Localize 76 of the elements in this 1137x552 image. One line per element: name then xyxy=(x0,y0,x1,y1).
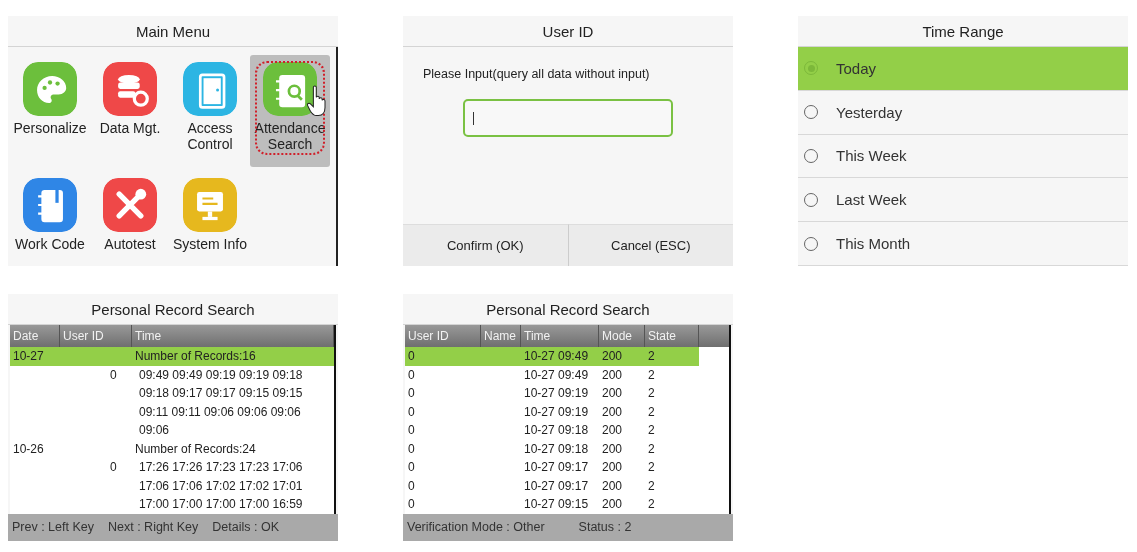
menu-label: System Info xyxy=(172,235,248,252)
menu-label: Autotest xyxy=(103,235,157,252)
table-cell: 200 xyxy=(602,386,623,401)
table-cell: 0 xyxy=(408,441,415,456)
table-cell: 2 xyxy=(648,349,655,364)
record-count: Number of Records:16 xyxy=(135,349,256,364)
time-list: 17:26 17:26 17:23 17:23 17:06 xyxy=(139,460,303,475)
table-cell: 10-27 09:19 xyxy=(524,386,589,401)
table-cell: 10-27 09:18 xyxy=(524,423,589,438)
time-list: 09:06 xyxy=(139,423,170,438)
time-list: 09:18 09:17 09:17 09:15 09:15 xyxy=(139,386,303,401)
table-cell: 2 xyxy=(648,367,655,382)
table-cell: 0 xyxy=(408,404,415,419)
table-cell: 200 xyxy=(602,497,623,512)
table-cell: 10-27 09:17 xyxy=(524,460,589,475)
table-cell: 200 xyxy=(602,349,623,364)
menu-label: Attendance Search xyxy=(253,120,327,152)
record-count: Number of Records:24 xyxy=(135,441,256,456)
menu-item[interactable]: Personalize xyxy=(10,55,90,167)
table-cell: 200 xyxy=(602,404,623,419)
table-cell: 2 xyxy=(648,441,655,456)
time-range-option[interactable]: Today xyxy=(798,47,1128,91)
menu-item[interactable]: Access Control xyxy=(170,55,250,167)
table-cell: 10-27 09:17 xyxy=(524,478,589,493)
menu-item[interactable]: Attendance Search xyxy=(250,55,330,167)
window-title: Main Menu xyxy=(8,16,338,47)
table-cell: 2 xyxy=(648,423,655,438)
time-list: 09:11 09:11 09:06 09:06 09:06 xyxy=(139,404,301,419)
table-cell: 10-27 09:49 xyxy=(524,349,589,364)
table-cell: 0 xyxy=(408,478,415,493)
key-hint: Next : Right Key xyxy=(108,520,199,534)
table-cell: 0 xyxy=(408,367,415,382)
table-cell: 200 xyxy=(602,441,623,456)
table-cell: 200 xyxy=(602,460,623,475)
table-cell: 2 xyxy=(648,478,655,493)
menu-item[interactable]: Work Code xyxy=(10,170,90,266)
menu-label: Data Mgt. xyxy=(98,120,162,136)
user-id-cell: 0 xyxy=(110,460,117,475)
cancel-button[interactable]: Cancel (ESC) xyxy=(567,224,733,266)
table-cell: 10-27 09:15 xyxy=(524,497,589,512)
table-cell: 0 xyxy=(408,497,415,512)
table-cell: 2 xyxy=(648,404,655,419)
table-cell: 0 xyxy=(408,386,415,401)
input-field[interactable] xyxy=(463,99,673,137)
menu-label: Personalize xyxy=(12,120,88,136)
menu-item[interactable]: Autotest xyxy=(90,170,170,266)
confirm-button[interactable]: Confirm (OK) xyxy=(403,224,568,266)
status-text: Verification Mode : Other xyxy=(407,520,545,534)
pointing-hand-icon xyxy=(306,85,328,117)
user-id-cell: 0 xyxy=(110,367,117,382)
table-cell: 0 xyxy=(408,349,415,364)
table-cell: 200 xyxy=(602,423,623,438)
table-cell: 0 xyxy=(408,423,415,438)
menu-label: Work Code xyxy=(14,235,86,252)
table-cell: 2 xyxy=(648,386,655,401)
table-cell: 200 xyxy=(602,478,623,493)
table-cell: 2 xyxy=(648,460,655,475)
menu-item[interactable]: Data Mgt. xyxy=(90,55,170,167)
key-hint: Prev : Left Key xyxy=(12,520,94,534)
status-text: Status : 2 xyxy=(578,520,632,534)
table-cell: 0 xyxy=(408,460,415,475)
menu-label: Access Control xyxy=(186,120,234,152)
prompt-text: Please Input(query all data without input) xyxy=(423,67,651,81)
time-list: 17:00 17:00 17:00 17:00 16:59 xyxy=(139,497,303,512)
time-list: 09:49 09:49 09:19 09:19 09:18 xyxy=(139,367,303,382)
table-cell: 10-27 09:19 xyxy=(524,404,589,419)
window-title: User ID xyxy=(403,16,733,47)
date-cell: 10-27 xyxy=(13,349,44,364)
date-cell: 10-26 xyxy=(13,441,44,456)
table-cell: 200 xyxy=(602,367,623,382)
table-cell: 10-27 09:18 xyxy=(524,441,589,456)
key-hint: Details : OK xyxy=(212,520,279,534)
table-cell: 2 xyxy=(648,497,655,512)
menu-item[interactable]: System Info xyxy=(170,170,250,266)
time-list: 17:06 17:06 17:02 17:02 17:01 xyxy=(139,478,303,493)
table-cell: 10-27 09:49 xyxy=(524,367,589,382)
